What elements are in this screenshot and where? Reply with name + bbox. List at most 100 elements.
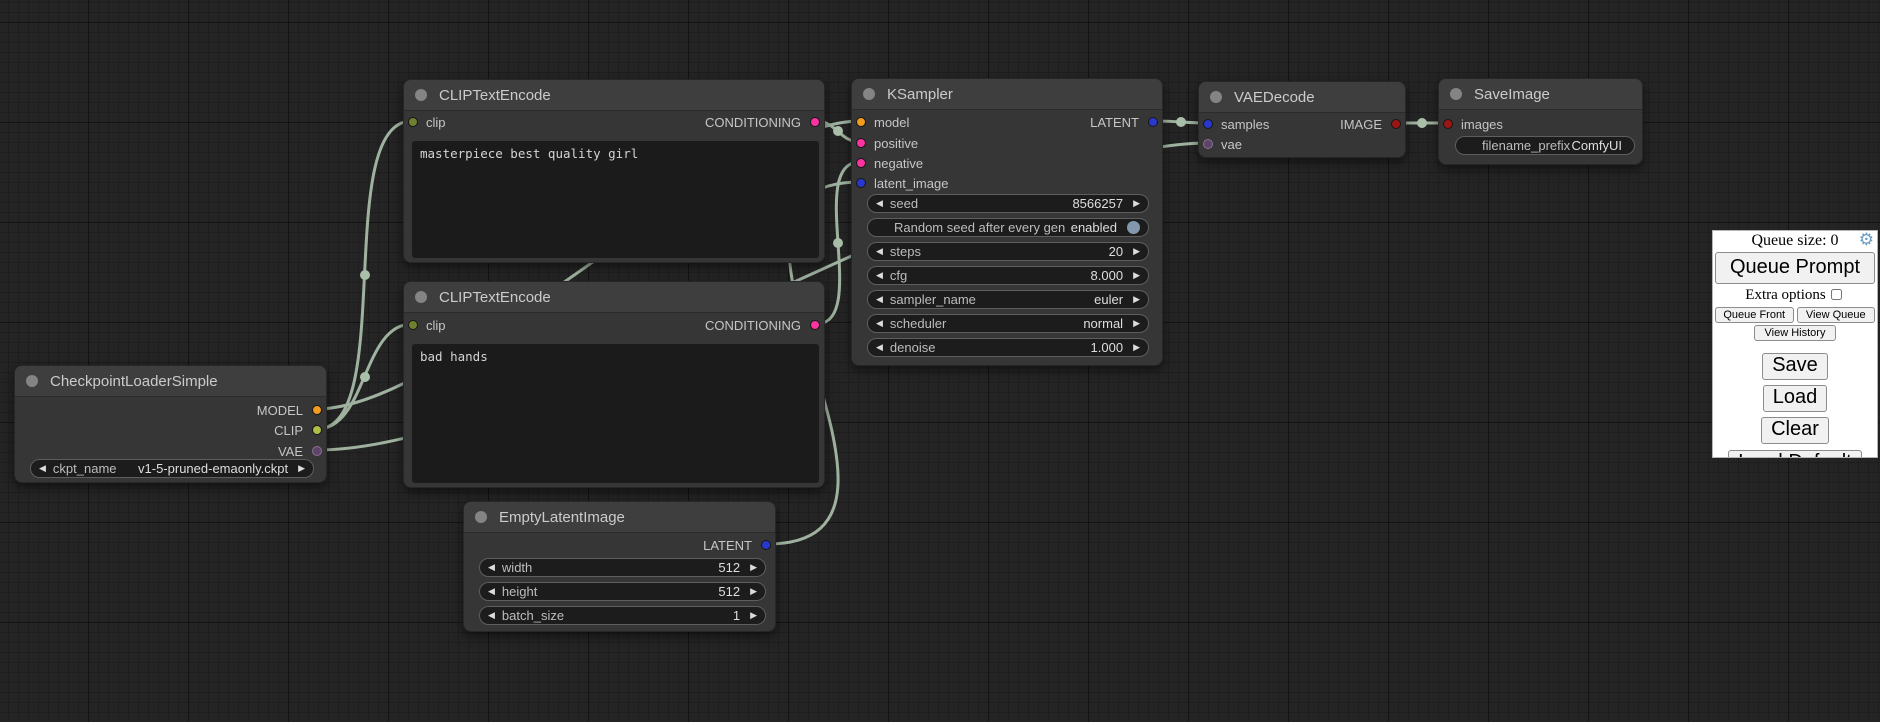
comfyui-canvas[interactable]: { "app": "ComfyUI node graph", "colors":… <box>0 0 1880 722</box>
vae-port-icon[interactable] <box>1203 139 1213 149</box>
model-port-icon[interactable] <box>312 405 322 415</box>
queue-prompt-button[interactable]: Queue Prompt <box>1715 252 1875 284</box>
collapse-dot-icon[interactable] <box>26 375 38 387</box>
output-port-image[interactable]: IMAGE <box>1340 117 1401 131</box>
random-seed-widget[interactable]: Random seed after every gen enabled <box>867 218 1149 237</box>
input-port-samples[interactable]: samples <box>1203 117 1269 131</box>
node-titlebar[interactable]: CLIPTextEncode <box>404 80 824 111</box>
output-port-latent[interactable]: LATENT <box>703 538 771 552</box>
output-port-latent[interactable]: LATENT <box>1090 115 1158 129</box>
node-save-image[interactable]: SaveImage images filename_prefix ComfyUI <box>1438 78 1643 165</box>
clear-button[interactable]: Clear <box>1761 417 1829 444</box>
decrement-arrow-icon[interactable]: ◀ <box>39 463 46 474</box>
conditioning-port-icon[interactable] <box>856 138 866 148</box>
decrement-arrow-icon[interactable]: ◀ <box>876 342 883 353</box>
output-port-vae[interactable]: VAE <box>278 444 322 458</box>
node-titlebar[interactable]: CheckpointLoaderSimple <box>15 366 326 397</box>
node-titlebar[interactable]: VAEDecode <box>1199 82 1405 113</box>
clip-port-icon[interactable] <box>312 425 322 435</box>
increment-arrow-icon[interactable]: ▶ <box>1133 270 1140 281</box>
increment-arrow-icon[interactable]: ▶ <box>750 610 757 621</box>
decrement-arrow-icon[interactable]: ◀ <box>488 610 495 621</box>
collapse-dot-icon[interactable] <box>475 511 487 523</box>
input-port-latent-image[interactable]: latent_image <box>856 176 948 190</box>
node-vae-decode[interactable]: VAEDecode samples vae IMAGE <box>1198 81 1406 158</box>
scheduler-widget[interactable]: ◀ scheduler normal ▶ <box>867 314 1149 333</box>
increment-arrow-icon[interactable]: ▶ <box>1133 246 1140 257</box>
collapse-dot-icon[interactable] <box>863 88 875 100</box>
view-history-button[interactable]: View History <box>1754 325 1837 341</box>
input-port-model[interactable]: model <box>856 115 909 129</box>
clip-port-icon[interactable] <box>408 320 418 330</box>
output-port-clip[interactable]: CLIP <box>274 423 322 437</box>
output-port-conditioning[interactable]: CONDITIONING <box>705 318 820 332</box>
collapse-dot-icon[interactable] <box>1210 91 1222 103</box>
node-titlebar[interactable]: EmptyLatentImage <box>464 502 775 533</box>
increment-arrow-icon[interactable]: ▶ <box>750 562 757 573</box>
node-empty-latent-image[interactable]: EmptyLatentImage LATENT ◀ width 512 ▶ ◀ … <box>463 501 776 632</box>
decrement-arrow-icon[interactable]: ◀ <box>488 562 495 573</box>
latent-port-icon[interactable] <box>1148 117 1158 127</box>
increment-arrow-icon[interactable]: ▶ <box>1133 198 1140 209</box>
increment-arrow-icon[interactable]: ▶ <box>1133 342 1140 353</box>
input-port-positive[interactable]: positive <box>856 136 918 150</box>
load-default-button[interactable]: Load Default <box>1728 450 1861 458</box>
collapse-dot-icon[interactable] <box>415 291 427 303</box>
node-titlebar[interactable]: KSampler <box>852 79 1162 110</box>
input-port-clip[interactable]: clip <box>408 318 446 332</box>
node-checkpoint-loader[interactable]: CheckpointLoaderSimple MODEL CLIP VAE ◀ … <box>14 365 327 483</box>
node-ksampler[interactable]: KSampler model positive negative latent_… <box>851 78 1163 366</box>
vae-port-icon[interactable] <box>312 446 322 456</box>
denoise-widget[interactable]: ◀ denoise 1.000 ▶ <box>867 338 1149 357</box>
image-port-icon[interactable] <box>1443 119 1453 129</box>
steps-widget[interactable]: ◀ steps 20 ▶ <box>867 242 1149 261</box>
height-widget[interactable]: ◀ height 512 ▶ <box>479 582 766 601</box>
queue-front-button[interactable]: Queue Front <box>1715 307 1794 323</box>
node-clip-text-encode-negative[interactable]: CLIPTextEncode clip CONDITIONING bad han… <box>403 281 825 488</box>
collapse-dot-icon[interactable] <box>415 89 427 101</box>
conditioning-port-icon[interactable] <box>856 158 866 168</box>
seed-widget[interactable]: ◀ seed 8566257 ▶ <box>867 194 1149 213</box>
load-button[interactable]: Load <box>1763 385 1828 412</box>
collapse-dot-icon[interactable] <box>1450 88 1462 100</box>
decrement-arrow-icon[interactable]: ◀ <box>876 318 883 329</box>
latent-port-icon[interactable] <box>856 178 866 188</box>
decrement-arrow-icon[interactable]: ◀ <box>876 270 883 281</box>
batch-size-widget[interactable]: ◀ batch_size 1 ▶ <box>479 606 766 625</box>
width-widget[interactable]: ◀ width 512 ▶ <box>479 558 766 577</box>
decrement-arrow-icon[interactable]: ◀ <box>488 586 495 597</box>
node-clip-text-encode-positive[interactable]: CLIPTextEncode clip CONDITIONING masterp… <box>403 79 825 263</box>
decrement-arrow-icon[interactable]: ◀ <box>876 246 883 257</box>
ckpt-name-widget[interactable]: ◀ ckpt_name v1-5-pruned-emaonly.ckpt ▶ <box>30 459 314 478</box>
extra-options-checkbox[interactable] <box>1831 289 1842 300</box>
input-port-vae[interactable]: vae <box>1203 137 1242 151</box>
decrement-arrow-icon[interactable]: ◀ <box>876 198 883 209</box>
prompt-textarea[interactable]: masterpiece best quality girl <box>412 141 819 258</box>
image-port-icon[interactable] <box>1391 119 1401 129</box>
settings-gear-icon[interactable]: ⚙ <box>1859 231 1874 250</box>
increment-arrow-icon[interactable]: ▶ <box>298 463 305 474</box>
increment-arrow-icon[interactable]: ▶ <box>750 586 757 597</box>
filename-prefix-widget[interactable]: filename_prefix ComfyUI <box>1455 136 1635 155</box>
node-titlebar[interactable]: CLIPTextEncode <box>404 282 824 313</box>
prompt-textarea[interactable]: bad hands <box>412 344 819 483</box>
conditioning-port-icon[interactable] <box>810 117 820 127</box>
input-port-negative[interactable]: negative <box>856 156 923 170</box>
view-queue-button[interactable]: View Queue <box>1797 307 1876 323</box>
output-port-model[interactable]: MODEL <box>257 403 322 417</box>
node-titlebar[interactable]: SaveImage <box>1439 79 1642 110</box>
input-port-images[interactable]: images <box>1443 117 1503 131</box>
model-port-icon[interactable] <box>856 117 866 127</box>
clip-port-icon[interactable] <box>408 117 418 127</box>
cfg-widget[interactable]: ◀ cfg 8.000 ▶ <box>867 266 1149 285</box>
output-port-conditioning[interactable]: CONDITIONING <box>705 115 820 129</box>
enabled-toggle-icon[interactable] <box>1127 221 1140 234</box>
decrement-arrow-icon[interactable]: ◀ <box>876 294 883 305</box>
conditioning-port-icon[interactable] <box>810 320 820 330</box>
latent-port-icon[interactable] <box>1203 119 1213 129</box>
save-button[interactable]: Save <box>1762 353 1828 380</box>
latent-port-icon[interactable] <box>761 540 771 550</box>
increment-arrow-icon[interactable]: ▶ <box>1133 294 1140 305</box>
sampler-name-widget[interactable]: ◀ sampler_name euler ▶ <box>867 290 1149 309</box>
increment-arrow-icon[interactable]: ▶ <box>1133 318 1140 329</box>
